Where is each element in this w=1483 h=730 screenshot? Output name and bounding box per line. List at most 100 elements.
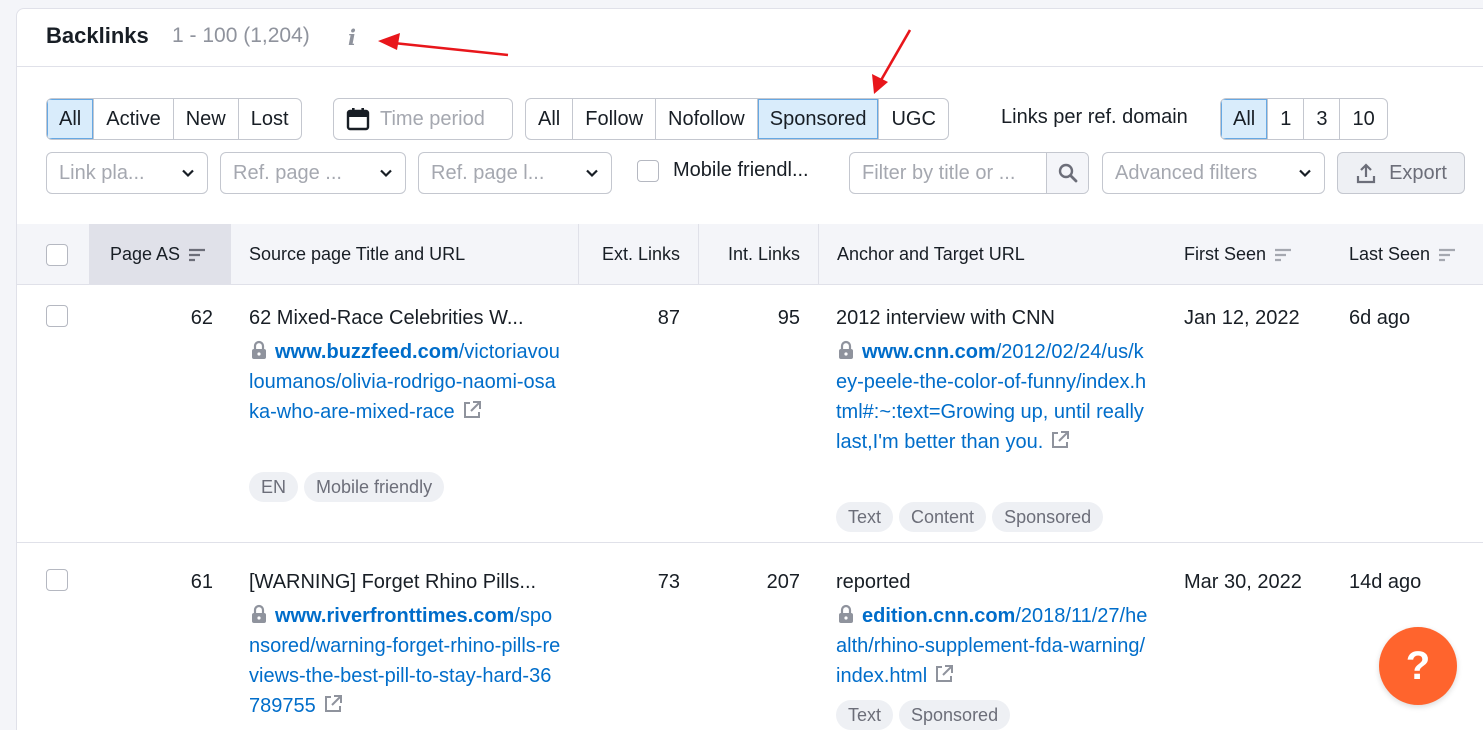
source-tags: EN Mobile friendly xyxy=(249,472,445,502)
column-first-seen[interactable]: First Seen xyxy=(1184,224,1292,285)
type-nofollow-button[interactable]: Nofollow xyxy=(655,99,757,139)
time-period-label: Time period xyxy=(380,107,485,130)
status-active-button[interactable]: Active xyxy=(93,99,172,139)
source-title: [WARNING] Forget Rhino Pills... xyxy=(249,571,537,593)
ref-page-language-dropdown[interactable]: Ref. page l... xyxy=(418,152,612,194)
column-anchor: Anchor and Target URL xyxy=(818,224,1165,285)
column-anchor-label: Anchor and Target URL xyxy=(837,244,1025,264)
link-type-filter: All Follow Nofollow Sponsored UGC xyxy=(525,98,949,140)
source-domain: www.buzzfeed.com xyxy=(275,341,459,363)
external-link-icon xyxy=(936,665,954,682)
type-follow-button[interactable]: Follow xyxy=(572,99,655,139)
external-link-icon xyxy=(1052,431,1070,448)
page-as-value: 61 xyxy=(190,571,213,593)
column-int-links-label: Int. Links xyxy=(727,244,800,264)
select-all-cell xyxy=(46,224,68,285)
advanced-filters-label: Advanced filters xyxy=(1115,161,1258,184)
status-lost-button[interactable]: Lost xyxy=(237,99,301,139)
column-ext-links-label: Ext. Links xyxy=(601,244,680,264)
help-button[interactable]: ? xyxy=(1379,627,1457,705)
first-seen-value: Jan 12, 2022 xyxy=(1184,307,1300,329)
ext-links-value: 87 xyxy=(657,307,680,329)
status-filter: All Active New Lost xyxy=(46,98,302,140)
search-icon xyxy=(1058,163,1077,183)
target-domain: edition.cnn.com xyxy=(862,605,1016,627)
row-checkbox[interactable] xyxy=(46,305,68,327)
tag: Sponsored xyxy=(992,502,1104,532)
sort-icon xyxy=(1275,248,1292,261)
anchor-text: 2012 interview with CNN xyxy=(836,307,1055,329)
result-count: 1 - 100 (1,204) xyxy=(172,24,310,47)
last-seen-value: 6d ago xyxy=(1349,307,1411,329)
type-ugc-button[interactable]: UGC xyxy=(878,99,947,139)
select-all-checkbox[interactable] xyxy=(46,243,68,266)
tag: Text xyxy=(836,502,894,532)
target-domain: www.cnn.com xyxy=(862,341,996,363)
lprd-all-button[interactable]: All xyxy=(1221,99,1268,139)
page-as-value: 62 xyxy=(190,307,213,329)
calendar-icon xyxy=(346,108,370,131)
ext-links-value: 73 xyxy=(657,571,680,593)
column-ext-links: Ext. Links xyxy=(578,224,698,285)
source-domain: www.riverfronttimes.com xyxy=(275,605,515,627)
export-button[interactable]: Export xyxy=(1337,152,1465,194)
lock-icon xyxy=(252,340,266,359)
advanced-filters-dropdown[interactable]: Advanced filters xyxy=(1102,152,1325,194)
lprd-10-button[interactable]: 10 xyxy=(1339,99,1386,139)
lprd-3-button[interactable]: 3 xyxy=(1303,99,1339,139)
link-placement-dropdown[interactable]: Link pla... xyxy=(46,152,208,194)
ref-page-label: Ref. page ... xyxy=(233,161,342,184)
links-per-ref-domain-label: Links per ref. domain xyxy=(1001,106,1188,128)
search-button[interactable] xyxy=(1046,153,1088,193)
type-all-button[interactable]: All xyxy=(526,99,572,139)
export-label: Export xyxy=(1389,161,1447,184)
source-title: 62 Mixed-Race Celebrities W... xyxy=(249,307,524,329)
ref-page-dropdown[interactable]: Ref. page ... xyxy=(220,152,406,194)
external-link-icon xyxy=(463,401,481,418)
int-links-value: 207 xyxy=(766,571,800,593)
panel-header: Backlinks 1 - 100 (1,204) i xyxy=(17,9,1483,67)
status-all-button[interactable]: All xyxy=(47,99,94,139)
mobile-friendly-label: Mobile friendl... xyxy=(673,159,809,181)
last-seen-value: 14d ago xyxy=(1349,571,1422,593)
time-period-button[interactable]: Time period xyxy=(333,98,513,140)
ref-page-language-label: Ref. page l... xyxy=(431,161,545,184)
chevron-down-icon xyxy=(182,169,194,178)
column-int-links: Int. Links xyxy=(698,224,818,285)
first-seen-value: Mar 30, 2022 xyxy=(1184,571,1302,593)
sort-icon xyxy=(1439,248,1456,261)
chevron-down-icon xyxy=(380,169,392,178)
column-source: Source page Title and URL xyxy=(249,224,465,285)
source-url-link[interactable]: www.buzzfeed.com/victoriavouloumanos/oli… xyxy=(249,337,561,427)
tag: Content xyxy=(899,502,987,532)
search-input[interactable]: Filter by title or ... xyxy=(850,153,1046,193)
target-url-link[interactable]: edition.cnn.com/2018/11/27/health/rhino-… xyxy=(836,601,1148,691)
column-page-as-label: Page AS xyxy=(110,244,181,264)
target-url-link[interactable]: www.cnn.com/2012/02/24/us/key-peele-the-… xyxy=(836,337,1148,457)
column-page-as[interactable]: Page AS xyxy=(89,224,231,285)
links-per-ref-domain-filter: All 1 3 10 xyxy=(1220,98,1388,140)
table-row: 61 [WARNING] Forget Rhino Pills... www.r… xyxy=(17,543,1483,730)
table-header: Page AS Source page Title and URL Ext. L… xyxy=(17,224,1483,285)
target-tags: Text Content Sponsored xyxy=(836,502,1104,532)
column-last-seen-label: Last Seen xyxy=(1349,244,1431,264)
info-icon[interactable]: i xyxy=(348,25,356,50)
chevron-down-icon xyxy=(1299,169,1311,178)
tag: Text xyxy=(836,700,894,730)
lock-icon xyxy=(252,604,266,623)
link-placement-label: Link pla... xyxy=(59,161,145,184)
table-row: 62 62 Mixed-Race Celebrities W... www.bu… xyxy=(17,285,1483,543)
external-link-icon xyxy=(324,695,342,712)
column-last-seen[interactable]: Last Seen xyxy=(1349,224,1456,285)
row-checkbox[interactable] xyxy=(46,569,68,591)
mobile-friendly-checkbox[interactable] xyxy=(637,159,659,182)
column-source-label: Source page Title and URL xyxy=(249,244,466,264)
page-title: Backlinks xyxy=(46,23,149,48)
anchor-text: reported xyxy=(836,571,911,593)
lprd-1-button[interactable]: 1 xyxy=(1267,99,1303,139)
tag: Mobile friendly xyxy=(304,472,445,502)
status-new-button[interactable]: New xyxy=(172,99,238,139)
source-url-link[interactable]: www.riverfronttimes.com/sponsored/warnin… xyxy=(249,601,561,721)
type-sponsored-button[interactable]: Sponsored xyxy=(756,99,879,139)
sort-icon xyxy=(189,248,206,261)
